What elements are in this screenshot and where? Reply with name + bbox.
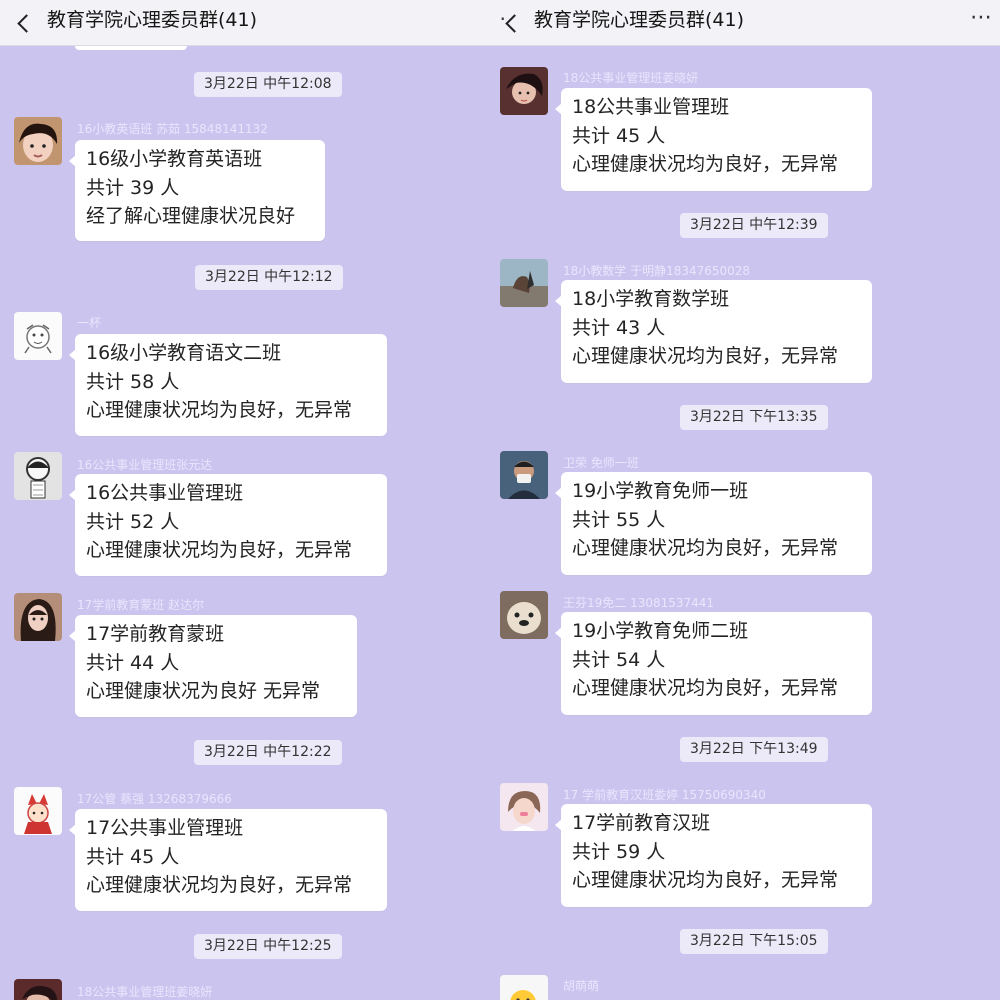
timestamp: 3月22日 中午12:22 xyxy=(194,740,342,765)
timestamp: 3月22日 下午13:35 xyxy=(680,405,828,430)
sender-name: 17学前教育蒙班 赵达尔 xyxy=(77,598,205,612)
message-class: 16公共事业管理班 xyxy=(86,482,244,504)
left-chat-screenshot: 教育学院心理委员群(41) 3月22日 中午12:08 16小教英语班 苏茹 1… xyxy=(0,0,500,1000)
timestamp: 3月22日 中午12:39 xyxy=(680,213,828,238)
message-status: 心理健康状况均为良好，无异常 xyxy=(86,874,353,896)
back-chevron-icon[interactable] xyxy=(505,9,519,37)
avatar[interactable] xyxy=(500,451,548,499)
message-bubble[interactable]: 16公共事业管理班 共计 52 人 心理健康状况均为良好，无异常 xyxy=(69,474,387,576)
avatar[interactable] xyxy=(14,787,62,835)
message-count: 共计 45 人 xyxy=(572,124,666,147)
timestamp: 3月22日 下午15:05 xyxy=(680,929,828,954)
message-bubble[interactable]: 17公共事业管理班 共计 45 人 心理健康状况均为良好，无异常 xyxy=(69,809,387,911)
sender-name: 16小教英语班 苏茹 15848141132 xyxy=(77,122,268,136)
message-bubble[interactable]: 19小学教育免师二班 共计 54 人 心理健康状况均为良好，无异常 xyxy=(555,612,872,715)
message-status: 心理健康状况均为良好，无异常 xyxy=(572,345,839,367)
message-bubble[interactable]: 19小学教育免师一班 共计 55 人 心理健康状况均为良好，无异常 xyxy=(555,472,872,575)
message-count: 共计 58 人 xyxy=(86,370,180,393)
message-class: 17公共事业管理班 xyxy=(86,817,244,839)
message-count: 共计 52 人 xyxy=(86,510,180,533)
timestamp: 3月22日 中午12:12 xyxy=(195,265,343,290)
chat-header: ⋯ 教育学院心理委员群(41) ⋯ xyxy=(500,0,1000,46)
timestamp: 3月22日 中午12:25 xyxy=(194,934,342,959)
right-chat-screenshot: ⋯ 教育学院心理委员群(41) ⋯ 18公共事业管理班姜晓妍 18公共事业管理班… xyxy=(500,0,1000,1000)
sender-name: 18公共事业管理班姜晓妍 xyxy=(77,985,213,999)
avatar[interactable] xyxy=(14,593,62,641)
message-count: 共计 54 人 xyxy=(572,648,666,671)
message-class: 17学前教育汉班 xyxy=(572,812,711,834)
avatar[interactable] xyxy=(14,979,62,1000)
message-class: 16级小学教育英语班 xyxy=(86,148,263,170)
message-count: 共计 59 人 xyxy=(572,840,666,863)
avatar[interactable] xyxy=(500,783,548,831)
avatar[interactable] xyxy=(500,67,548,115)
chat-title: 教育学院心理委员群(41) xyxy=(534,9,745,31)
message-count: 共计 44 人 xyxy=(86,651,180,674)
message-bubble[interactable]: 17学前教育蒙班 共计 44 人 心理健康状况为良好 无异常 xyxy=(69,615,357,717)
message-bubble[interactable]: 18小学教育数学班 共计 43 人 心理健康状况均为良好，无异常 xyxy=(555,280,872,383)
message-status: 心理健康状况均为良好，无异常 xyxy=(572,677,839,699)
timestamp: 3月22日 下午13:49 xyxy=(680,737,828,762)
message-class: 17学前教育蒙班 xyxy=(86,623,225,645)
message-status: 心理健康状况均为良好，无异常 xyxy=(572,153,839,175)
message-status: 心理健康状况均为良好，无异常 xyxy=(572,537,839,559)
back-chevron-icon[interactable] xyxy=(17,9,31,37)
sender-name: 17公管 蔡强 13268379666 xyxy=(77,792,232,806)
sender-name: 18小教数学 于明静18347650028 xyxy=(563,264,751,278)
chat-header: 教育学院心理委员群(41) xyxy=(0,0,500,46)
avatar[interactable] xyxy=(14,452,62,500)
message-bubble[interactable]: 18公共事业管理班 共计 45 人 心理健康状况均为良好，无异常 xyxy=(555,88,872,191)
message-bubble[interactable]: 17学前教育汉班 共计 59 人 心理健康状况均为良好，无异常 xyxy=(555,804,872,907)
message-count: 共计 45 人 xyxy=(86,845,180,868)
message-bubble[interactable]: 16级小学教育英语班 共计 39 人 经了解心理健康状况良好 xyxy=(69,140,325,241)
sender-name: 18公共事业管理班姜晓妍 xyxy=(563,71,699,85)
message-status: 心理健康状况均为良好，无异常 xyxy=(86,399,353,421)
message-bubble[interactable]: 16级小学教育语文二班 共计 58 人 心理健康状况均为良好，无异常 xyxy=(69,334,387,436)
sender-name: 16公共事业管理班张元达 xyxy=(77,458,213,472)
message-status: 心理健康状况均为良好，无异常 xyxy=(86,539,353,561)
chat-title: 教育学院心理委员群(41) xyxy=(47,9,258,31)
message-status: 经了解心理健康状况良好 xyxy=(86,205,296,227)
sender-name: 卫荣 免师一班 xyxy=(563,456,639,470)
timestamp: 3月22日 中午12:08 xyxy=(194,72,342,97)
avatar[interactable] xyxy=(14,312,62,360)
message-status: 心理健康状况为良好 无异常 xyxy=(86,680,321,702)
avatar[interactable] xyxy=(500,975,548,1000)
sender-name: 胡萌萌 xyxy=(563,979,600,993)
previous-message-edge xyxy=(75,46,187,50)
message-class: 18小学教育数学班 xyxy=(572,288,730,310)
message-count: 共计 39 人 xyxy=(86,176,180,199)
message-class: 16级小学教育语文二班 xyxy=(86,342,282,364)
message-class: 18公共事业管理班 xyxy=(572,96,730,118)
sender-name: 王芬19免二 13081537441 xyxy=(563,596,715,610)
sender-name: 17 学前教育汉班娄婷 15750690340 xyxy=(563,788,766,802)
more-dots-icon[interactable]: ⋯ xyxy=(970,4,993,32)
avatar[interactable] xyxy=(500,591,548,639)
message-class: 19小学教育免师二班 xyxy=(572,620,749,642)
avatar[interactable] xyxy=(500,259,548,307)
message-status: 心理健康状况均为良好，无异常 xyxy=(572,869,839,891)
message-count: 共计 55 人 xyxy=(572,508,666,531)
message-class: 19小学教育免师一班 xyxy=(572,480,749,502)
avatar[interactable] xyxy=(14,117,62,165)
sender-name: 一杯 xyxy=(77,316,102,330)
message-count: 共计 43 人 xyxy=(572,316,666,339)
